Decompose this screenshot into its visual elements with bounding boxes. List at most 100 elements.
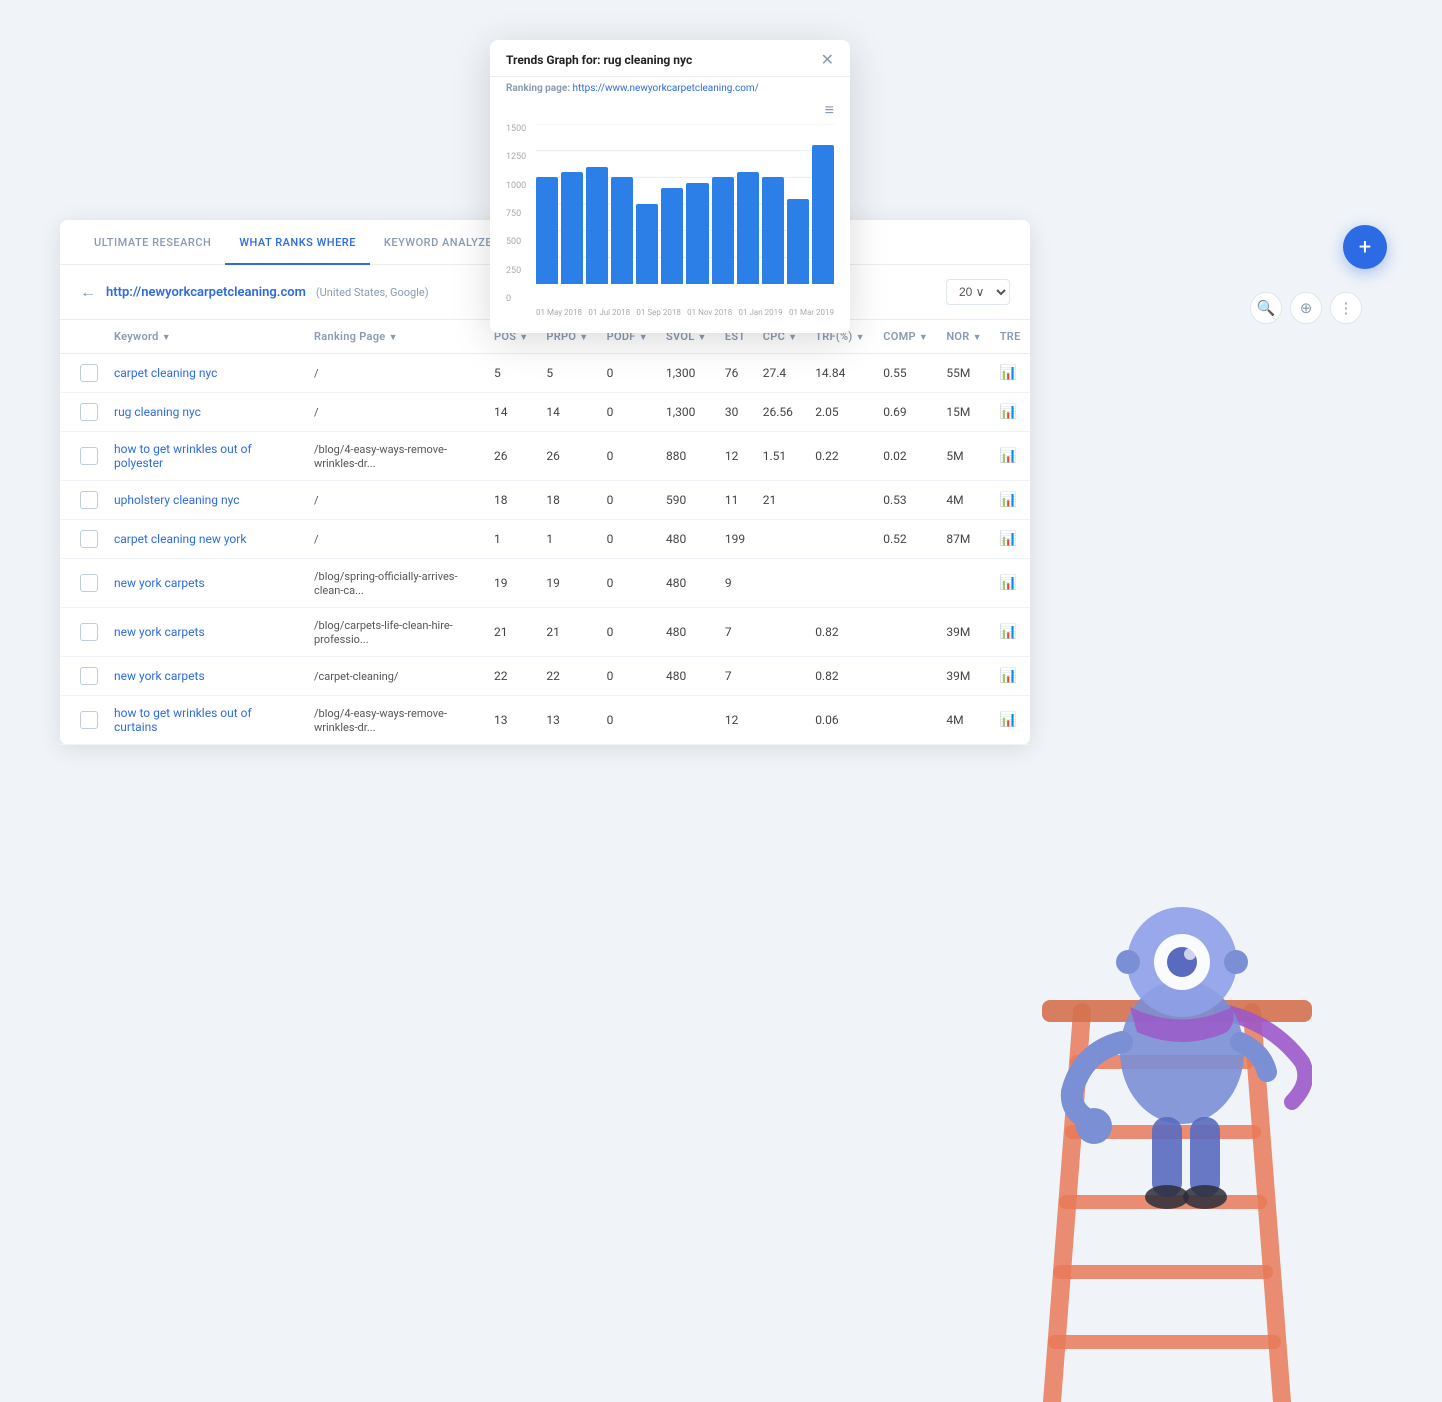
y-label: 1500 — [506, 124, 526, 134]
trend-chart-icon[interactable]: 📊 — [1000, 404, 1017, 420]
keyword-link[interactable]: how to get wrinkles out of polyester — [114, 442, 252, 470]
cell-est: 12 — [717, 432, 755, 481]
cell-comp — [875, 696, 938, 745]
cell-comp — [875, 657, 938, 696]
keyword-link[interactable]: upholstery cleaning nyc — [114, 493, 240, 507]
page-link[interactable]: /carpet-cleaning/ — [314, 670, 398, 683]
cell-trf — [807, 559, 875, 608]
cell-podf: 0 — [599, 481, 658, 520]
cell-pos: 13 — [486, 696, 538, 745]
settings-button[interactable]: ⊕ — [1290, 292, 1322, 324]
cell-cpc — [755, 696, 807, 745]
trend-chart-icon[interactable]: 📊 — [1000, 448, 1017, 464]
keywords-table: Keyword ▼Ranking Page ▼POS ▼PRPO ▼PODF ▼… — [60, 320, 1030, 745]
row-checkbox[interactable] — [80, 574, 98, 592]
cell-cpc — [755, 657, 807, 696]
cell-svol: 480 — [658, 559, 717, 608]
row-checkbox[interactable] — [80, 491, 98, 509]
chart-menu-icon[interactable]: ≡ — [490, 100, 850, 124]
cell-trf: 2.05 — [807, 393, 875, 432]
cell-svol: 480 — [658, 608, 717, 657]
keyword-link[interactable]: how to get wrinkles out of curtains — [114, 706, 252, 734]
cell-podf: 0 — [599, 393, 658, 432]
ranking-url: https://www.newyorkcarpetcleaning.com/ — [573, 83, 759, 94]
keyword-link[interactable]: new york carpets — [114, 669, 205, 683]
cell-pos: 22 — [486, 657, 538, 696]
cell-comp — [875, 559, 938, 608]
cell-svol: 480 — [658, 657, 717, 696]
chart-bar — [636, 204, 658, 284]
cell-nor: 55M — [938, 354, 991, 393]
col-page[interactable]: Ranking Page ▼ — [306, 320, 486, 354]
row-checkbox[interactable] — [80, 447, 98, 465]
trend-chart-icon[interactable]: 📊 — [1000, 365, 1017, 381]
cell-prpo: 18 — [538, 481, 598, 520]
x-label: 01 Jan 2019 — [739, 308, 783, 317]
page-link[interactable]: /blog/4-easy-ways-remove-wrinkles-dr... — [314, 707, 447, 734]
row-checkbox[interactable] — [80, 623, 98, 641]
cell-pos: 5 — [486, 354, 538, 393]
cell-est: 76 — [717, 354, 755, 393]
page-link[interactable]: / — [314, 406, 319, 419]
page-link[interactable]: /blog/4-easy-ways-remove-wrinkles-dr... — [314, 443, 447, 470]
row-checkbox[interactable] — [80, 667, 98, 685]
page-link[interactable]: / — [314, 367, 319, 380]
cell-podf: 0 — [599, 696, 658, 745]
table-row: carpet cleaning new york/1104801990.5287… — [60, 520, 1030, 559]
row-checkbox[interactable] — [80, 364, 98, 382]
page-link[interactable]: / — [314, 533, 319, 546]
trend-chart-icon[interactable]: 📊 — [1000, 575, 1017, 591]
row-checkbox[interactable] — [80, 711, 98, 729]
cell-cpc — [755, 559, 807, 608]
cell-nor — [938, 559, 991, 608]
more-options-button[interactable]: ⋮ — [1330, 292, 1362, 324]
chart-bar — [686, 183, 708, 284]
per-page-select[interactable]: 20 ∨ 50 100 — [946, 279, 1010, 305]
cell-podf: 0 — [599, 354, 658, 393]
search-button[interactable]: 🔍 — [1250, 292, 1282, 324]
tab-ultimate-research[interactable]: ULTIMATE RESEARCH — [80, 220, 225, 265]
url-display[interactable]: http://newyorkcarpetcleaning.com — [106, 285, 306, 300]
ranking-label: Ranking page: — [506, 83, 570, 94]
cell-prpo: 13 — [538, 696, 598, 745]
cell-pos: 21 — [486, 608, 538, 657]
cell-trf: 0.82 — [807, 608, 875, 657]
trend-chart-icon[interactable]: 📊 — [1000, 492, 1017, 508]
cell-nor: 15M — [938, 393, 991, 432]
keyword-link[interactable]: carpet cleaning nyc — [114, 366, 217, 380]
col-comp[interactable]: COMP ▼ — [875, 320, 938, 354]
x-label: 01 May 2018 — [536, 308, 582, 317]
table-row: rug cleaning nyc/141401,3003026.562.050.… — [60, 393, 1030, 432]
back-arrow-icon[interactable]: ← — [80, 282, 96, 302]
chart-bar — [812, 145, 834, 284]
page-link[interactable]: /blog/carpets-life-clean-hire-professio.… — [314, 619, 453, 646]
trend-chart-icon[interactable]: 📊 — [1000, 668, 1017, 684]
cell-prpo: 14 — [538, 393, 598, 432]
col-nor[interactable]: NOR ▼ — [938, 320, 991, 354]
keyword-link[interactable]: new york carpets — [114, 625, 205, 639]
page-link[interactable]: /blog/spring-officially-arrives-clean-ca… — [314, 570, 458, 597]
col-tre: TRE — [992, 320, 1030, 354]
chart-x-labels: 01 May 201801 Jul 201801 Sep 201801 Nov … — [506, 304, 834, 317]
row-checkbox[interactable] — [80, 530, 98, 548]
chart-bar — [737, 172, 759, 284]
table-container: Keyword ▼Ranking Page ▼POS ▼PRPO ▼PODF ▼… — [60, 320, 1030, 745]
keyword-link[interactable]: carpet cleaning new york — [114, 532, 246, 546]
trend-chart-icon[interactable]: 📊 — [1000, 624, 1017, 640]
table-row: new york carpets/blog/carpets-life-clean… — [60, 608, 1030, 657]
row-checkbox[interactable] — [80, 403, 98, 421]
keyword-link[interactable]: rug cleaning nyc — [114, 405, 201, 419]
keyword-link[interactable]: new york carpets — [114, 576, 205, 590]
cell-nor: 39M — [938, 657, 991, 696]
tab-what-ranks-where[interactable]: WHAT RANKS WHERE — [225, 220, 370, 265]
y-label: 750 — [506, 209, 526, 219]
trend-chart-icon[interactable]: 📊 — [1000, 531, 1017, 547]
cell-est: 12 — [717, 696, 755, 745]
trend-chart-icon[interactable]: 📊 — [1000, 712, 1017, 728]
cell-pos: 19 — [486, 559, 538, 608]
page-link[interactable]: / — [314, 494, 319, 507]
add-fab-button[interactable]: + — [1343, 225, 1387, 269]
close-icon[interactable]: ✕ — [821, 52, 834, 68]
col-keyword[interactable]: Keyword ▼ — [106, 320, 306, 354]
table-row: how to get wrinkles out of curtains/blog… — [60, 696, 1030, 745]
